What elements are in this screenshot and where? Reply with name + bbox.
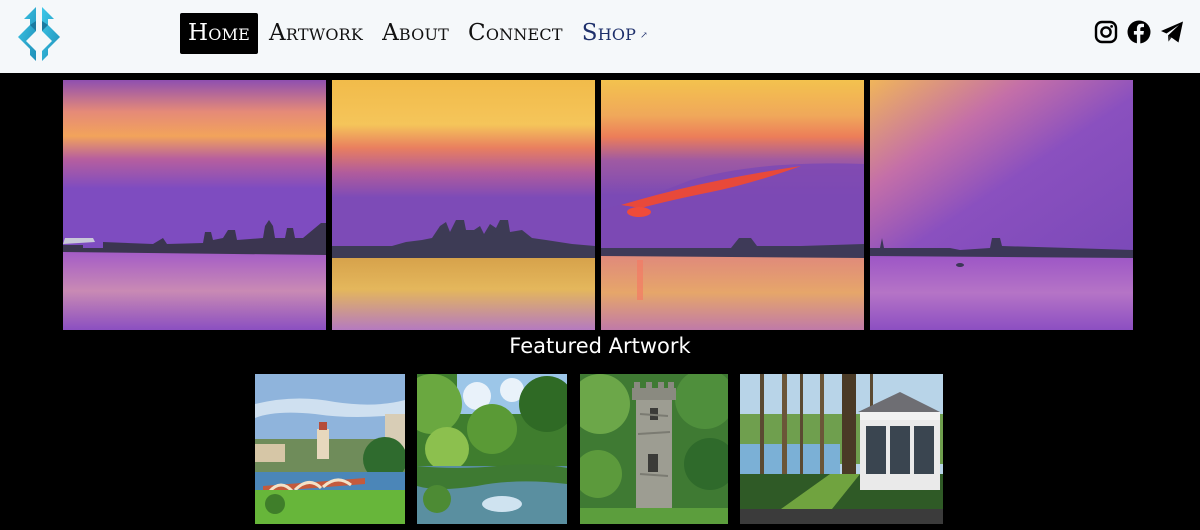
external-link-icon: ↗ <box>640 31 648 41</box>
hero-panel-2 <box>332 80 595 330</box>
featured-artwork-4[interactable] <box>740 374 943 524</box>
telegram-icon[interactable] <box>1160 20 1184 44</box>
nav-shop[interactable]: Shop ↗ <box>574 13 656 54</box>
facebook-icon[interactable] <box>1127 20 1151 44</box>
nav-shop-label: Shop <box>581 20 637 46</box>
nav-artwork[interactable]: Artwork <box>261 13 371 54</box>
featured-artwork-3[interactable] <box>580 374 728 524</box>
instagram-icon[interactable] <box>1094 20 1118 44</box>
hero-panel-1 <box>63 80 326 330</box>
hero-panel-4 <box>870 80 1133 330</box>
nav-connect-label: Connect <box>468 20 563 46</box>
nav-artwork-label: Artwork <box>269 20 364 46</box>
nav-home[interactable]: Home <box>180 12 259 54</box>
nav-home-label: Home <box>188 20 251 46</box>
site-header: Home Artwork About Connect Shop ↗ <box>0 0 1200 73</box>
featured-artwork-1[interactable] <box>255 374 405 524</box>
social-links <box>1094 20 1184 44</box>
hero-panel-3 <box>601 80 864 330</box>
nav-connect[interactable]: Connect <box>460 13 571 54</box>
featured-artwork-title: Featured Artwork <box>509 334 691 358</box>
site-logo[interactable] <box>10 4 68 64</box>
nav-about-label: About <box>382 20 450 46</box>
featured-artwork-2[interactable] <box>417 374 567 524</box>
nav-about[interactable]: About <box>374 13 457 54</box>
hero-panorama <box>63 80 1133 330</box>
main-nav: Home Artwork About Connect Shop ↗ <box>180 12 659 54</box>
